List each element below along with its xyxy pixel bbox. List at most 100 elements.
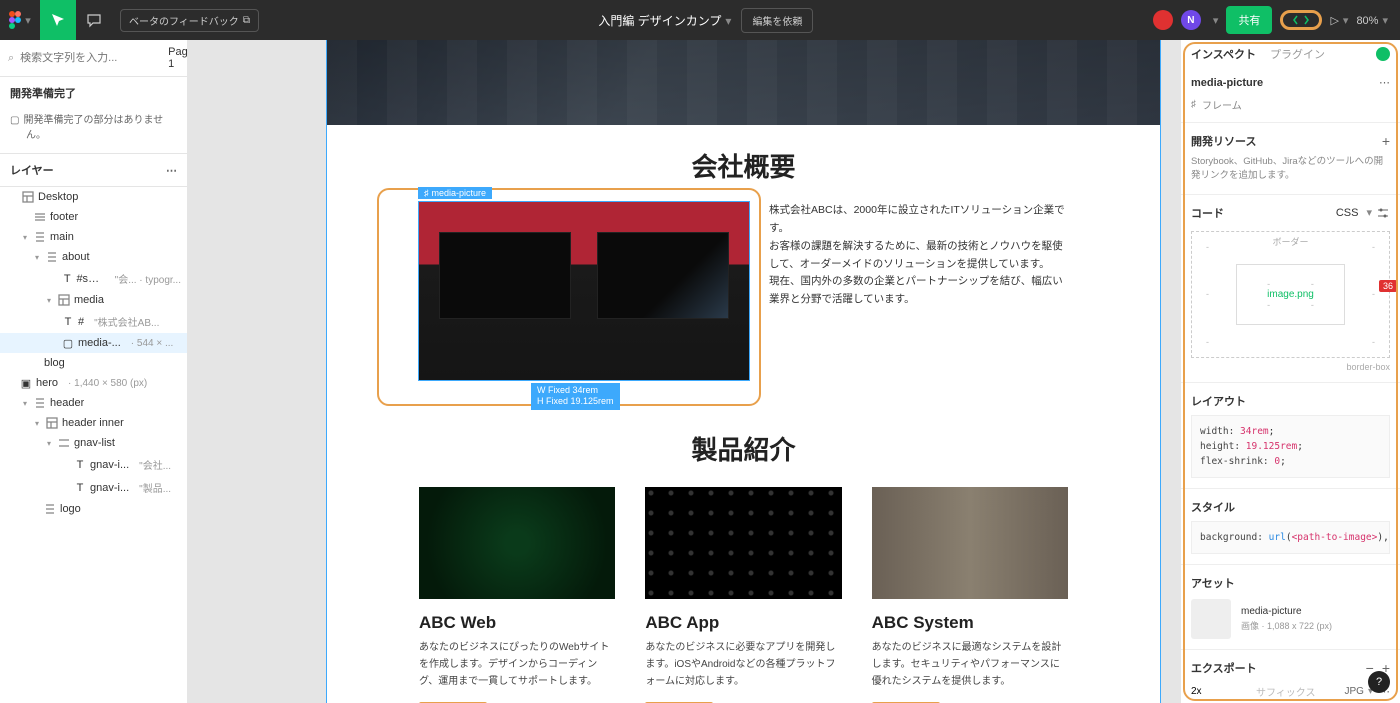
section-title: スタイル [1191, 499, 1235, 515]
tab-inspect[interactable]: インスペクト [1191, 46, 1256, 62]
layer-item[interactable]: logo [0, 499, 187, 519]
share-button[interactable]: 共有 [1226, 6, 1272, 34]
export-scale-input[interactable] [1191, 686, 1227, 697]
spacing-badge: 36 [1379, 280, 1397, 292]
main-area: ⌕ Page 1▾ 開発準備完了 ▢開発準備完了の部分はありません。 レイヤー … [0, 40, 1400, 703]
layer-item[interactable]: ▾header inner [0, 413, 187, 433]
dev-mode-toggle[interactable] [1280, 10, 1322, 30]
settings-icon[interactable] [1376, 206, 1390, 220]
layer-item[interactable]: ▾gnav-list [0, 433, 187, 453]
media-picture[interactable] [419, 202, 749, 380]
layer-item-selected[interactable]: ▢media-...· 544 × ... [0, 333, 187, 353]
section-title-products[interactable]: 製品紹介 [327, 430, 1160, 467]
left-panel: ⌕ Page 1▾ 開発準備完了 ▢開発準備完了の部分はありません。 レイヤー … [0, 40, 188, 703]
ready-section-msg: ▢開発準備完了の部分はありません。 [0, 109, 187, 153]
selection-header: media-picture ⋯ [1181, 68, 1400, 97]
inspect-tabs: インスペクト プラグイン [1181, 40, 1400, 68]
selection-name: media-picture [1191, 77, 1263, 89]
section-title: レイアウト [1191, 393, 1246, 409]
artboard-desktop[interactable]: 会社概要 ♯media-picture W Fixed 34rem H Fixe… [326, 40, 1161, 703]
comment-icon[interactable] [76, 0, 112, 40]
component-badge-icon [1376, 47, 1390, 61]
card-desc: あなたのビジネスに必要なアプリを開発します。iOSやAndroidなどの各種プラ… [645, 639, 841, 690]
layer-item[interactable]: ▾media [0, 290, 187, 310]
file-title[interactable]: 入門編 デザインカンプ▾ [598, 12, 731, 29]
style-section: スタイル background: url(<path-to-image>), l… [1181, 489, 1400, 565]
chevron-down-icon[interactable]: ▾ [1213, 14, 1219, 27]
box-model: ボーダー -- - -- image.png -- - -- 36 [1191, 231, 1390, 358]
layer-item[interactable]: ▾header [0, 393, 187, 413]
more-icon[interactable]: ⋯ [1379, 76, 1390, 89]
present-icon[interactable]: ▷▾ [1330, 14, 1348, 27]
search-icon: ⌕ [8, 52, 14, 65]
zoom-level[interactable]: 80%▾ [1356, 14, 1388, 27]
style-code[interactable]: background: url(<path-to-image>), light … [1191, 521, 1390, 554]
more-icon[interactable]: ⋯ [166, 164, 177, 177]
section-title: コード [1191, 205, 1224, 221]
card-image [419, 487, 615, 599]
card-title: ABC App [645, 613, 841, 633]
product-card[interactable]: ABC System あなたのビジネスに最適なシステムを設計します。セキュリティ… [872, 487, 1068, 703]
card-desc: あなたのビジネスに最適なシステムを設計します。セキュリティやパフォーマンスに優れ… [872, 639, 1068, 690]
layer-tree: Desktop footer ▾main ▾about T#sec..."会..… [0, 187, 187, 703]
layer-item[interactable]: ▾main [0, 227, 187, 247]
layer-item[interactable]: ▾about [0, 247, 187, 267]
card-desc: あなたのビジネスにぴったりのWebサイトを作成します。デザインからコーディング、… [419, 639, 615, 690]
tab-plugin[interactable]: プラグイン [1270, 46, 1325, 62]
dev-resources-section: 開発リソース+ Storybook、GitHub、Jiraなどのツールへの開発リ… [1181, 123, 1400, 195]
layer-item[interactable]: blog [0, 353, 187, 373]
box-mode-label: border-box [1191, 362, 1390, 372]
topbar-left: ▾ ベータのフィードバック ⧉ [0, 0, 259, 40]
product-cards: ABC Web あなたのビジネスにぴったりのWebサイトを作成します。デザインか… [327, 487, 1160, 703]
topbar-center: 入門編 デザインカンプ▾ 編集を依頼 [259, 8, 1153, 33]
card-title: ABC System [872, 613, 1068, 633]
about-text[interactable]: 株式会社ABCは、2000年に設立されたITソリューション企業です。 お客様の課… [769, 202, 1068, 309]
product-card[interactable]: ABC Web あなたのビジネスにぴったりのWebサイトを作成します。デザインか… [419, 487, 615, 703]
layer-item[interactable]: T#"株式会社AB... [0, 310, 187, 333]
topbar-right: N ▾ 共有 ▷▾ 80%▾ [1153, 6, 1400, 34]
hero-image[interactable] [327, 40, 1160, 125]
layer-item[interactable]: Desktop [0, 187, 187, 207]
product-card[interactable]: ABC App あなたのビジネスに必要なアプリを開発します。iOSやAndroi… [645, 487, 841, 703]
export-suffix[interactable]: サフィックス [1233, 684, 1339, 699]
avatar[interactable] [1153, 10, 1173, 30]
box-image-name: image.png [1267, 289, 1314, 300]
layers-title: レイヤー [10, 162, 54, 178]
asset-dims: 画像 · 1,088 x 722 (px) [1241, 619, 1332, 632]
code-lang-select[interactable]: CSS▾ [1336, 206, 1390, 220]
topbar: ▾ ベータのフィードバック ⧉ 入門編 デザインカンプ▾ 編集を依頼 N ▾ 共… [0, 0, 1400, 40]
figma-logo[interactable]: ▾ [0, 0, 40, 40]
canvas[interactable]: 会社概要 ♯media-picture W Fixed 34rem H Fixe… [188, 40, 1180, 703]
layer-item[interactable]: Tgnav-i..."製品... [0, 476, 187, 499]
layer-item[interactable]: T#sec..."会... · typogr... [0, 267, 187, 290]
page-selector[interactable]: Page 1▾ [168, 46, 188, 70]
asset-thumbnail [1191, 599, 1231, 639]
search-row: ⌕ Page 1▾ [0, 40, 187, 77]
section-title-about[interactable]: 会社概要 [327, 147, 1160, 184]
export-section: エクスポート − + サフィックス JPG▾ ⋯ media-pictureをエ… [1181, 650, 1400, 703]
add-icon[interactable]: + [1382, 133, 1390, 149]
about-row: ♯media-picture W Fixed 34rem H Fixed 19.… [327, 202, 1160, 380]
code-section: コード CSS▾ ボーダー -- - -- image.png -- - [1181, 195, 1400, 383]
card-image [872, 487, 1068, 599]
frame-icon: ♯ [1191, 99, 1196, 110]
media-picture-selection[interactable]: ♯media-picture W Fixed 34rem H Fixed 19.… [419, 202, 749, 380]
beta-label: ベータのフィードバック [129, 13, 239, 28]
layout-code[interactable]: width: 34rem; height: 19.125rem; flex-sh… [1191, 415, 1390, 479]
help-icon[interactable]: ? [1368, 671, 1390, 693]
layer-item[interactable]: Tgnav-i..."会社... [0, 453, 187, 476]
avatar[interactable]: N [1181, 10, 1201, 30]
frame-type: ♯ フレーム [1181, 97, 1400, 123]
move-tool-icon[interactable] [40, 0, 76, 40]
layer-item[interactable]: ▣hero· 1,440 × 580 (px) [0, 373, 187, 393]
layer-item[interactable]: footer [0, 207, 187, 227]
section-title: アセット [1191, 575, 1235, 591]
asset-name: media-picture [1241, 606, 1332, 617]
asset-row[interactable]: media-picture 画像 · 1,088 x 722 (px) [1191, 599, 1390, 639]
search-input[interactable] [20, 52, 162, 64]
chevron-down-icon: ▾ [725, 14, 731, 28]
selection-dimensions: W Fixed 34rem H Fixed 19.125rem [531, 383, 620, 410]
request-edit-button[interactable]: 編集を依頼 [741, 8, 813, 33]
beta-feedback-button[interactable]: ベータのフィードバック ⧉ [120, 9, 259, 32]
ready-section-title: 開発準備完了 [0, 77, 187, 109]
